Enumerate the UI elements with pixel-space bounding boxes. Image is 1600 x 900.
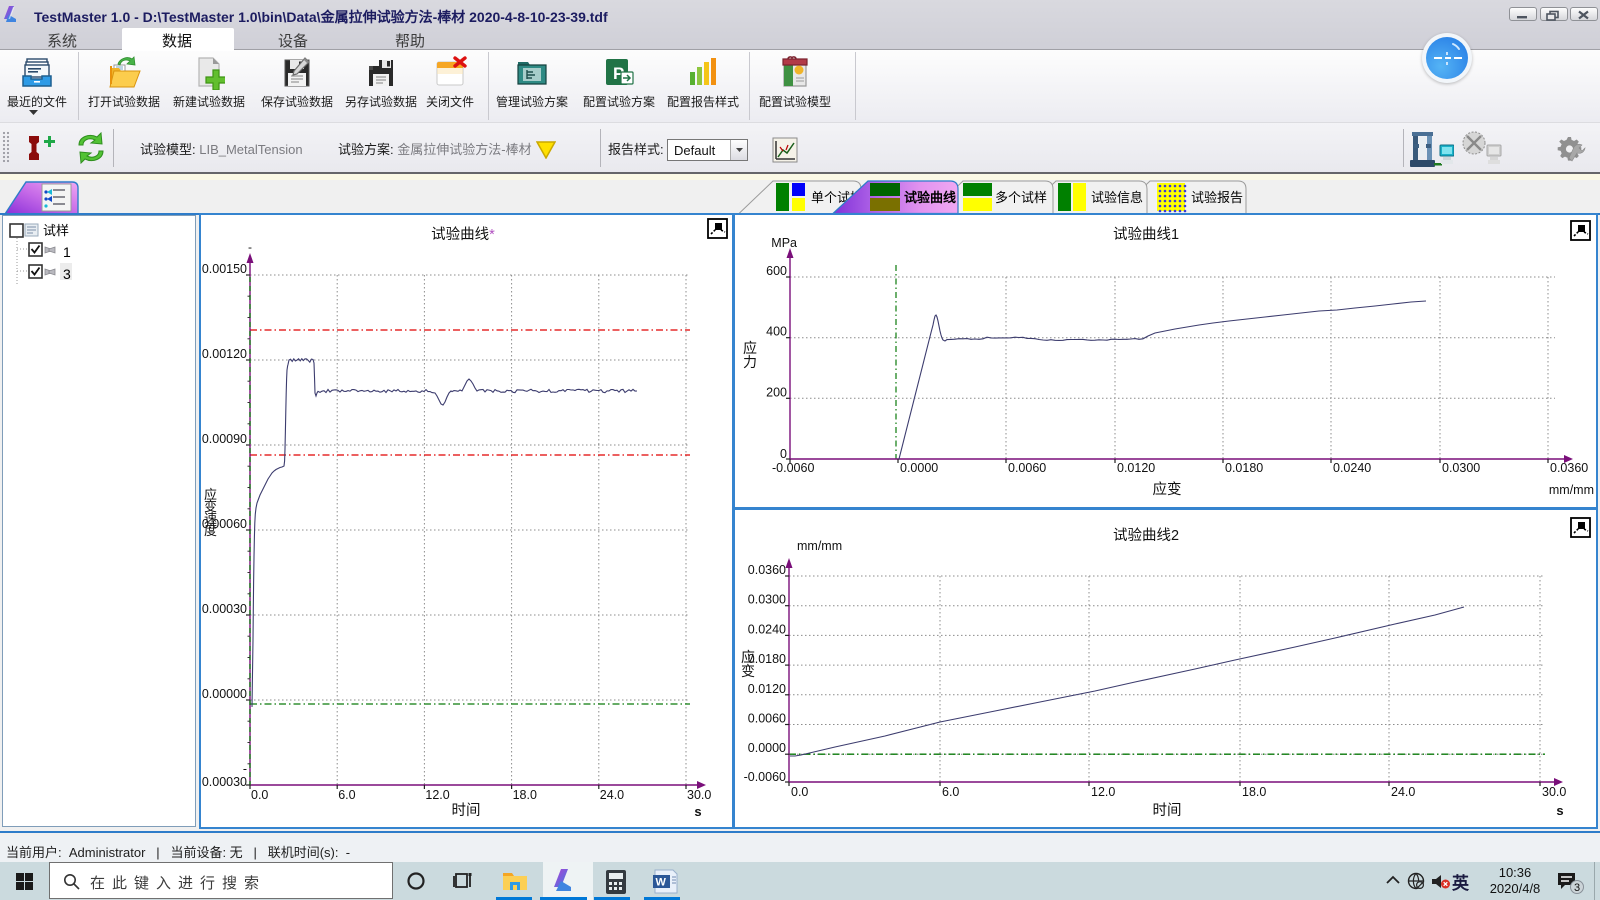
- svg-text:12.0: 12.0: [425, 788, 449, 802]
- svg-text:试验报告: 试验报告: [1191, 190, 1243, 205]
- svg-text:1: 1: [63, 244, 71, 260]
- svg-text:0.0360: 0.0360: [748, 563, 786, 577]
- svg-text:0.0000: 0.0000: [900, 461, 938, 475]
- svg-text:力: 力: [743, 354, 757, 370]
- svg-text:试样: 试样: [43, 223, 69, 238]
- svg-text:0.0300: 0.0300: [1442, 461, 1480, 475]
- svg-text:0.0: 0.0: [251, 788, 268, 802]
- svg-text:6.0: 6.0: [942, 785, 959, 799]
- svg-text:0.0120: 0.0120: [748, 682, 786, 696]
- svg-text:600: 600: [766, 264, 787, 278]
- svg-text:0.00090: 0.00090: [202, 432, 247, 446]
- svg-text:时间: 时间: [452, 802, 481, 819]
- svg-text:-: -: [243, 762, 247, 776]
- svg-text:30.0: 30.0: [1542, 785, 1566, 799]
- svg-text:度: 度: [204, 523, 217, 538]
- svg-text:0.0240: 0.0240: [1333, 461, 1371, 475]
- svg-text:0.00120: 0.00120: [202, 347, 247, 361]
- svg-text:400: 400: [766, 325, 787, 339]
- svg-text:W: W: [656, 877, 667, 889]
- svg-text:s: s: [1556, 803, 1563, 818]
- svg-text:0: 0: [780, 447, 787, 461]
- svg-text:0.00150: 0.00150: [202, 262, 247, 276]
- svg-text:0.0360: 0.0360: [1550, 461, 1588, 475]
- svg-text:-: -: [248, 240, 252, 254]
- svg-text:0.0300: 0.0300: [748, 593, 786, 607]
- svg-text:0.0180: 0.0180: [1225, 461, 1263, 475]
- svg-text:试验曲线2: 试验曲线2: [1113, 527, 1179, 544]
- svg-text:12.0: 12.0: [1091, 785, 1115, 799]
- svg-text:mm/mm: mm/mm: [797, 539, 842, 553]
- svg-text:24.0: 24.0: [1391, 785, 1415, 799]
- svg-text:s: s: [694, 804, 701, 819]
- svg-text:MPa: MPa: [771, 236, 797, 250]
- svg-text:200: 200: [766, 385, 787, 399]
- svg-text:0.00000: 0.00000: [202, 687, 247, 701]
- svg-text:试验曲线*: 试验曲线*: [431, 226, 495, 243]
- svg-text:24.0: 24.0: [600, 788, 624, 802]
- svg-text:-0.0060: -0.0060: [772, 461, 814, 475]
- svg-text:试验曲线: 试验曲线: [904, 190, 956, 205]
- svg-text:0.00030: 0.00030: [202, 775, 247, 789]
- svg-text:mm/mm: mm/mm: [1549, 483, 1594, 497]
- svg-text:18.0: 18.0: [513, 788, 537, 802]
- svg-text:0.0060: 0.0060: [748, 712, 786, 726]
- svg-text:0.00030: 0.00030: [202, 602, 247, 616]
- svg-text:多个试样: 多个试样: [995, 190, 1047, 205]
- svg-text:试验曲线1: 试验曲线1: [1113, 226, 1179, 243]
- svg-text:0.0060: 0.0060: [1008, 461, 1046, 475]
- svg-text:时间: 时间: [1153, 802, 1182, 819]
- svg-text:试验信息: 试验信息: [1091, 190, 1143, 205]
- svg-text:应变: 应变: [1153, 480, 1182, 498]
- svg-text:0.0240: 0.0240: [748, 622, 786, 636]
- svg-text:3: 3: [1574, 882, 1580, 894]
- svg-text:6.0: 6.0: [338, 788, 355, 802]
- svg-text:0.0120: 0.0120: [1117, 461, 1155, 475]
- svg-text:30.0: 30.0: [687, 788, 711, 802]
- svg-text:0.0: 0.0: [791, 785, 808, 799]
- svg-text:变: 变: [741, 663, 755, 679]
- svg-text:-0.0060: -0.0060: [744, 770, 786, 784]
- svg-text:18.0: 18.0: [1242, 785, 1266, 799]
- svg-text:3: 3: [63, 266, 71, 282]
- svg-text:0.0000: 0.0000: [748, 741, 786, 755]
